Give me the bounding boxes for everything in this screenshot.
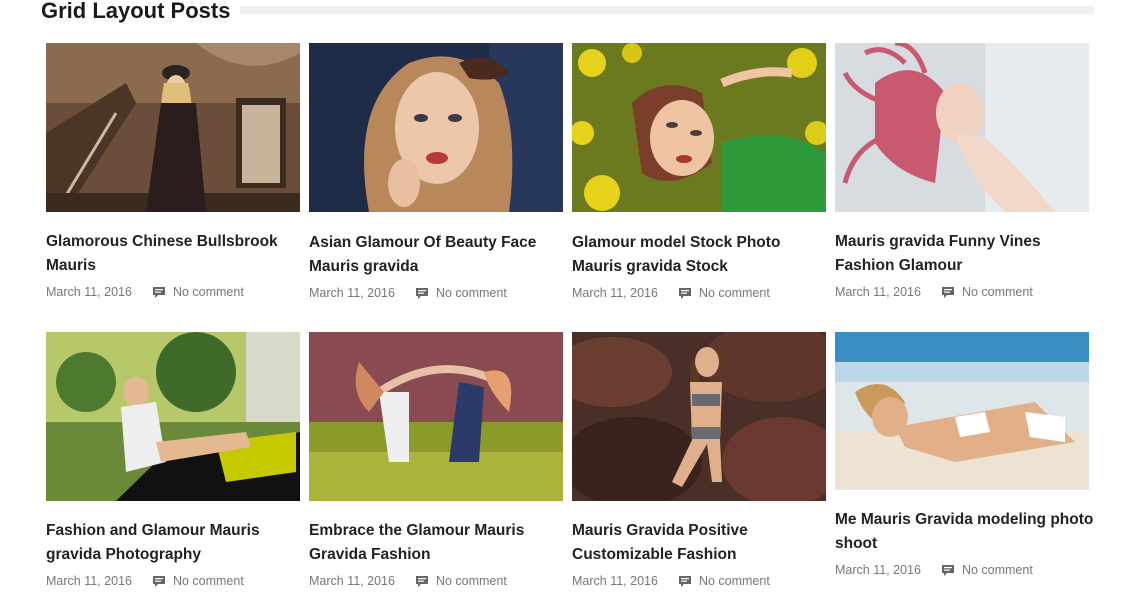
post-title[interactable]: Glamour model Stock Photo Mauris gravida… [572, 231, 832, 279]
post-meta: March 11, 2016 No comment [46, 574, 244, 588]
post-date: March 11, 2016 [835, 285, 921, 299]
post-thumbnail[interactable] [309, 332, 563, 501]
post-thumbnail[interactable] [835, 43, 1089, 212]
post-title[interactable]: Embrace the Glamour Mauris Gravida Fashi… [309, 519, 569, 567]
comment-icon [941, 564, 954, 576]
post-date: March 11, 2016 [309, 574, 395, 588]
post-meta: March 11, 2016 No comment [572, 574, 770, 588]
comment-icon [415, 575, 428, 587]
comment-count-link[interactable]: No comment [436, 286, 507, 300]
post-date: March 11, 2016 [46, 285, 132, 299]
post-title[interactable]: Glamorous Chinese Bullsbrook Mauris [46, 230, 306, 278]
post-date: March 11, 2016 [572, 286, 658, 300]
post-thumbnail[interactable] [46, 43, 300, 212]
post-title[interactable]: Me Mauris Gravida modeling photo shoot [835, 508, 1095, 556]
comment-icon [941, 286, 954, 298]
post-thumbnail[interactable] [572, 43, 826, 212]
post-date: March 11, 2016 [572, 574, 658, 588]
post-title[interactable]: Mauris Gravida Positive Customizable Fas… [572, 519, 832, 567]
post-meta: March 11, 2016 No comment [835, 285, 1033, 299]
post-date: March 11, 2016 [835, 563, 921, 577]
comment-count-link[interactable]: No comment [173, 574, 244, 588]
comment-count-link[interactable]: No comment [962, 285, 1033, 299]
section-title: Grid Layout Posts [41, 0, 241, 25]
comment-count-link[interactable]: No comment [436, 574, 507, 588]
comment-count-link[interactable]: No comment [699, 574, 770, 588]
comment-icon [415, 287, 428, 299]
comment-count-link[interactable]: No comment [962, 563, 1033, 577]
comment-count-link[interactable]: No comment [173, 285, 244, 299]
post-meta: March 11, 2016 No comment [835, 563, 1033, 577]
post-date: March 11, 2016 [46, 574, 132, 588]
post-meta: March 11, 2016 No comment [309, 286, 507, 300]
post-title[interactable]: Fashion and Glamour Mauris gravida Photo… [46, 519, 306, 567]
comment-icon [152, 286, 165, 298]
post-date: March 11, 2016 [309, 286, 395, 300]
post-title[interactable]: Mauris gravida Funny Vines Fashion Glamo… [835, 230, 1095, 278]
post-thumbnail[interactable] [835, 332, 1089, 490]
post-meta: March 11, 2016 No comment [572, 286, 770, 300]
comment-icon [152, 575, 165, 587]
post-thumbnail[interactable] [46, 332, 300, 501]
post-meta: March 11, 2016 No comment [309, 574, 507, 588]
comment-count-link[interactable]: No comment [699, 286, 770, 300]
comment-icon [678, 287, 691, 299]
post-meta: March 11, 2016 No comment [46, 285, 244, 299]
post-thumbnail[interactable] [572, 332, 826, 501]
post-title[interactable]: Asian Glamour Of Beauty Face Mauris grav… [309, 231, 569, 279]
comment-icon [678, 575, 691, 587]
post-thumbnail[interactable] [309, 43, 563, 212]
